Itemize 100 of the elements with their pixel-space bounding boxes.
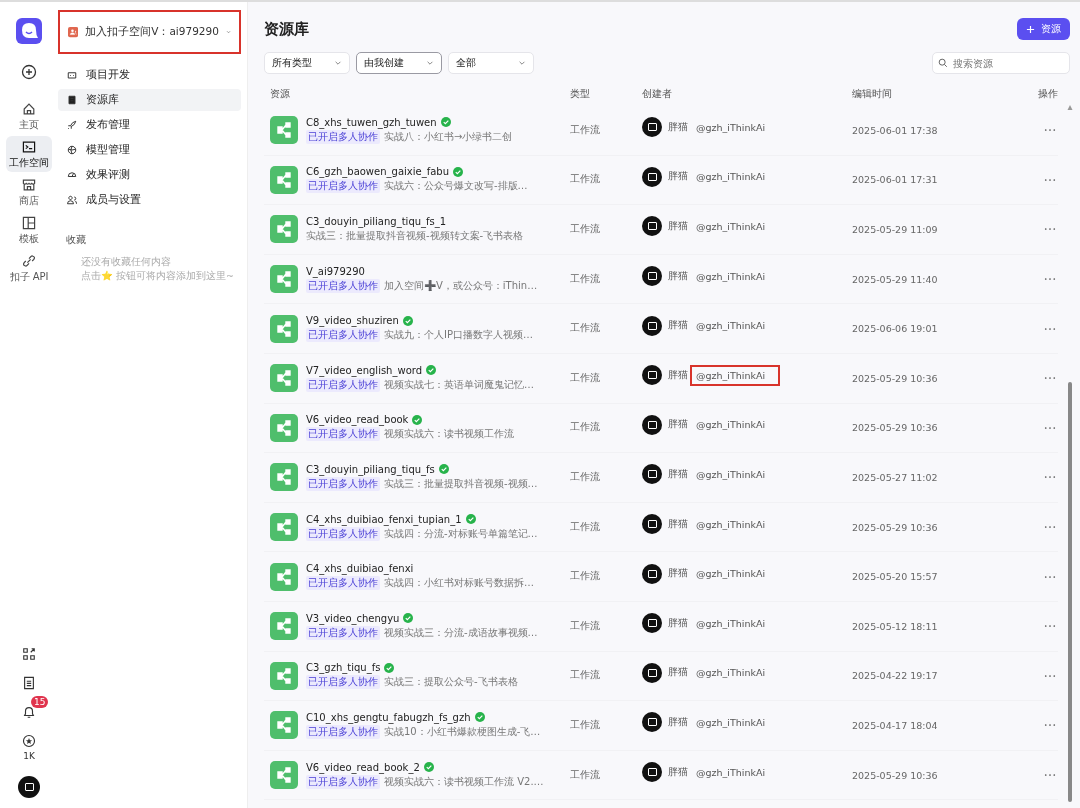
sidebar-item[interactable]: 资源库: [58, 89, 241, 111]
more-icon[interactable]: [1044, 326, 1056, 331]
empty-favorites-text: 还没有收藏任何内容: [81, 255, 172, 269]
rocket-icon: [66, 119, 78, 131]
creator-avatar: [642, 712, 662, 733]
sidebar-item[interactable]: 模型管理: [58, 139, 241, 161]
more-icon[interactable]: [1044, 475, 1056, 480]
search-field[interactable]: 搜索资源: [932, 52, 1070, 74]
resource-name[interactable]: C4_xhs_duibiao_fenxi_tupian_1: [306, 513, 462, 525]
more-icon[interactable]: [1044, 525, 1056, 530]
resource-name[interactable]: C8_xhs_tuwen_gzh_tuwen: [306, 116, 437, 128]
bell-icon[interactable]: [22, 705, 36, 719]
edit-time: 2025-05-29 10:36: [852, 372, 939, 384]
creator-name: 胖猫: [668, 517, 688, 531]
more-icon[interactable]: [1044, 128, 1056, 133]
link-icon: [21, 252, 37, 269]
creator-handle: @gzh_iThinkAi: [695, 269, 767, 284]
creator-name: 胖猫: [668, 220, 688, 233]
creator-avatar: [642, 216, 662, 237]
sidebar-item[interactable]: 项目开发: [58, 64, 241, 86]
rail-nav-item[interactable]: 商店: [6, 174, 52, 210]
resource-name[interactable]: C10_xhs_gengtu_fabugzh_fs_gzh: [306, 711, 471, 723]
resource-description: 视频实战七：英语单词魔鬼记忆…: [384, 377, 534, 392]
sidebar-item[interactable]: 成员与设置: [58, 189, 241, 211]
column-header: 类型: [570, 87, 591, 101]
type-cell-text: 工作流: [570, 619, 601, 633]
rail-nav-item[interactable]: 扣子 API: [6, 250, 52, 286]
edit-time: 2025-06-01 17:38: [852, 124, 939, 136]
collaboration-tag: 已开启多人协作: [306, 377, 380, 392]
resource-name[interactable]: V3_video_chengyu: [306, 612, 400, 624]
resource-name[interactable]: V_ai979290: [306, 265, 365, 277]
filter-dropdown[interactable]: 由我创建: [356, 52, 442, 74]
apps-icon[interactable]: [22, 647, 36, 661]
filter-dropdown[interactable]: 所有类型: [264, 52, 350, 74]
edit-time: 2025-05-29 11:09: [852, 224, 939, 235]
resource-name[interactable]: V6_video_read_book: [306, 414, 409, 426]
workflow-icon: [270, 165, 298, 194]
resource-name[interactable]: C3_douyin_piliang_tiqu_fs: [306, 463, 435, 475]
chevron-down-icon: [426, 59, 434, 67]
more-icon[interactable]: [1044, 723, 1056, 728]
resource-name[interactable]: C3_gzh_tiqu_fs: [306, 662, 381, 674]
add-icon[interactable]: [21, 64, 37, 80]
type-cell-text: 工作流: [570, 520, 601, 534]
creator-handle: @gzh_iThinkAi: [695, 170, 767, 185]
more-icon[interactable]: [1044, 673, 1056, 678]
type-cell-text: 工作流: [570, 570, 601, 584]
column-header: 操作: [1037, 87, 1058, 101]
edit-time: 2025-05-29 10:36: [852, 422, 939, 434]
resource-name[interactable]: V9_video_shuziren: [306, 315, 399, 327]
notification-badge: 15: [31, 696, 49, 708]
more-icon[interactable]: [1044, 376, 1056, 381]
resource-name[interactable]: V6_video_read_book_2: [306, 761, 420, 773]
globe-icon: [66, 144, 78, 156]
creator-name: 胖猫: [668, 467, 688, 481]
rail-nav-item[interactable]: 主页: [6, 98, 52, 134]
creator-name: 胖猫: [668, 170, 688, 184]
sidebar-item[interactable]: 发布管理: [58, 114, 241, 136]
add-resource-button[interactable]: 资源: [1017, 18, 1070, 40]
user-avatar[interactable]: [18, 776, 40, 798]
creator-handle: @gzh_iThinkAi: [690, 364, 780, 386]
rail-nav-item[interactable]: 模板: [6, 212, 52, 248]
collaboration-tag: 已开启多人协作: [306, 675, 380, 690]
resource-description: 视频实战三：分流-成语故事视频…: [384, 625, 538, 640]
edit-time: 2025-06-06 19:01: [852, 323, 939, 335]
rail-nav-item[interactable]: 工作空间: [6, 136, 52, 172]
resource-name[interactable]: C6_gzh_baowen_gaixie_fabu: [306, 166, 449, 178]
more-icon[interactable]: [1044, 425, 1056, 430]
column-header: 资源: [270, 87, 291, 101]
more-icon[interactable]: [1044, 227, 1056, 232]
workflow-icon: [270, 463, 298, 492]
collaboration-tag: 已开启多人协作: [306, 427, 380, 442]
resource-name[interactable]: V7_video_english_word: [306, 364, 423, 376]
collaboration-tag: 已开启多人协作: [306, 576, 380, 591]
creator-avatar: [642, 662, 662, 683]
collaboration-tag: 已开启多人协作: [306, 278, 380, 293]
edit-time: 2025-05-12 18:11: [852, 620, 939, 632]
more-icon[interactable]: [1044, 574, 1056, 579]
document-icon[interactable]: [22, 676, 36, 690]
filter-dropdown[interactable]: 全部: [448, 52, 534, 74]
creator-name: 胖猫: [668, 715, 688, 729]
workspace-selector[interactable]: 加入扣子空间V：ai979290: [58, 10, 241, 54]
more-icon[interactable]: [1044, 773, 1056, 777]
book-icon: [66, 94, 78, 106]
creator-avatar: [642, 613, 662, 634]
more-icon[interactable]: [1044, 277, 1056, 282]
resource-name[interactable]: C4_xhs_duibiao_fenxi: [306, 563, 414, 575]
creator-name: 胖猫: [668, 666, 688, 680]
creator-handle: @gzh_iThinkAi: [695, 616, 767, 631]
sidebar-item[interactable]: 效果评测: [58, 164, 241, 186]
edit-time: 2025-05-27 11:02: [852, 471, 939, 483]
robot-icon: [66, 69, 78, 81]
collaboration-tag: 已开启多人协作: [306, 625, 380, 640]
chevron-down-icon: [518, 59, 526, 67]
app-logo-icon[interactable]: [16, 18, 42, 44]
type-cell-text: 工作流: [570, 173, 601, 187]
more-icon[interactable]: [1044, 177, 1056, 182]
creator-avatar: [642, 365, 662, 386]
type-cell-text: 工作流: [570, 669, 601, 683]
resource-name[interactable]: C3_douyin_piliang_tiqu_fs_1: [306, 216, 447, 227]
more-icon[interactable]: [1044, 624, 1056, 629]
